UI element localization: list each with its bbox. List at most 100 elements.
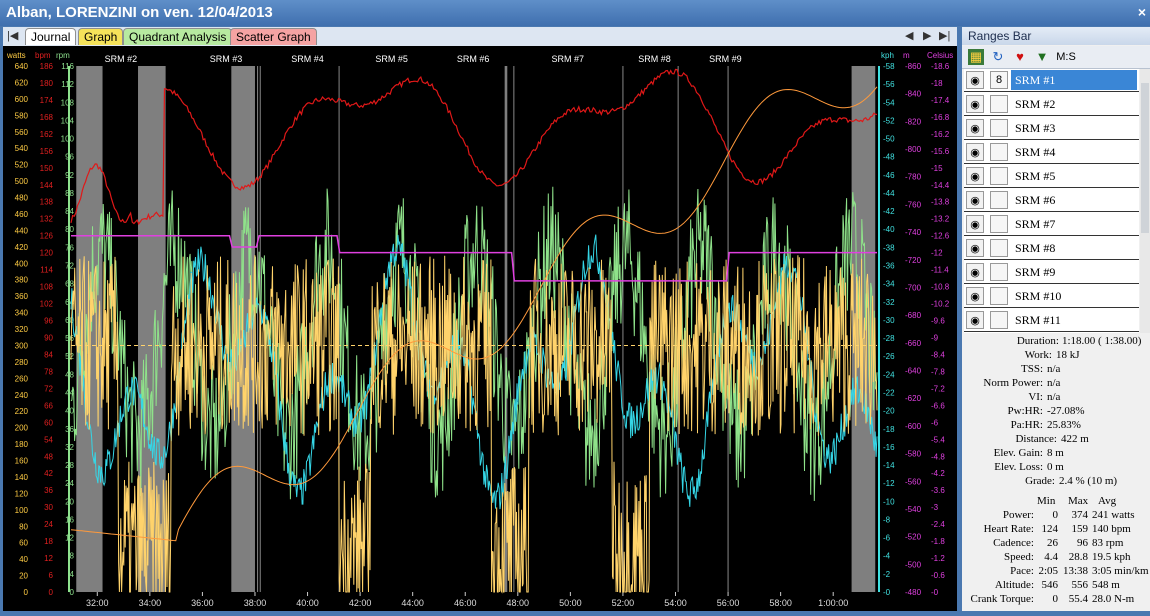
stats-avg-cell: 28.0 N-m [1092,593,1135,605]
range-item[interactable]: ◉ 8 SRM #1 [964,69,1139,92]
range-item[interactable]: ◉ SRM #4 [964,141,1139,164]
tab-journal[interactable]: Journal [25,28,77,45]
eye-icon[interactable]: ◉ [966,71,984,89]
eye-icon[interactable]: ◉ [966,191,984,209]
range-item[interactable]: ◉ SRM #8 [964,237,1139,260]
lock-checkbox[interactable] [990,311,1008,329]
close-icon[interactable]: × [1138,4,1146,20]
lock-checkbox[interactable] [990,239,1008,257]
axis-tick-label: 420 [15,243,29,252]
range-label: SRM #8 [638,54,671,64]
scroll-thumb[interactable] [1141,83,1149,233]
axis-tick-label: -840 [905,90,922,99]
axis-tick-label: -18.6 [931,62,950,71]
distance-value: 422 m [1061,433,1089,445]
prev-tab-icon[interactable]: ◀ [905,29,913,42]
axis-tick-label: -24 [883,370,895,379]
axis-tick-label: 24 [44,520,53,529]
range-item[interactable]: ◉ SRM #9 [964,261,1139,284]
lock-checkbox[interactable] [990,191,1008,209]
last-tab-icon[interactable]: ▶| [939,29,950,42]
ranges-bar-panel: Ranges Bar ▦ ↻ ♥ ▼ M:S ◉ 8 SRM #1 ◉ SRM #2 ◉ S… [962,27,1150,611]
axis-tick-label: 30 [44,503,53,512]
ranges-scrollbar[interactable] [1140,69,1150,333]
range-item-label: SRM #6 [1015,193,1056,207]
eye-icon[interactable]: ◉ [966,119,984,137]
range-item[interactable]: ◉ SRM #7 [964,213,1139,236]
stats-label-cell: Speed: [1004,551,1034,563]
tab-scatter-graph[interactable]: Scatter Graph [230,28,317,45]
lock-checkbox[interactable] [990,287,1008,305]
eye-icon[interactable]: ◉ [966,311,984,329]
axis-tick-label: 440 [15,226,29,235]
range-item[interactable]: ◉ SRM #2 [964,93,1139,116]
axis-tick-label: -10.2 [931,300,950,309]
tree-icon[interactable]: ▼ [1034,49,1050,65]
stats-min-cell: 546 [1041,579,1059,591]
tab-label: Journal [31,30,71,44]
first-page-icon[interactable]: |◀ [7,29,18,42]
lock-checkbox[interactable] [990,119,1008,137]
axis-tick-label: 168 [40,113,54,122]
range-item[interactable]: ◉ SRM #6 [964,189,1139,212]
axis-tick-label: 78 [44,367,53,376]
stats-header-max: Max [1068,495,1089,507]
range-item[interactable]: ◉ SRM #3 [964,117,1139,140]
range-label: SRM #4 [291,54,324,64]
lock-checkbox[interactable]: 8 [990,71,1008,89]
lock-checkbox[interactable] [990,95,1008,113]
eye-icon[interactable]: ◉ [966,263,984,281]
lock-checkbox[interactable] [990,167,1008,185]
axis-tick-label: -0.6 [931,571,945,580]
x-tick-label: 54:00 [664,598,687,608]
tab-label: Scatter Graph [236,30,311,44]
axis-tick-label: 174 [40,96,54,105]
axis-tick-label: 36 [44,486,53,495]
stats-min-cell: 26 [1047,537,1058,549]
eye-icon[interactable]: ◉ [966,167,984,185]
x-tick-label: 52:00 [612,598,635,608]
axis-tick-label: -58 [883,62,895,71]
graph-canvas[interactable]: SRM #2 SRM #3 SRM #4 SRM #5 SRM #6 SRM #7 SRM … [3,46,957,611]
axis-tick-label: -16.2 [931,130,950,139]
stats-min-cell: 4.4 [1044,551,1058,563]
stats-max-cell: 159 [1071,523,1089,535]
grade-label: Grade: [1025,475,1055,487]
stats-avg-cell: 83 rpm [1092,537,1124,549]
pahr-label: Pa:HR: [1010,419,1043,431]
range-item[interactable]: ◉ SRM #11 [964,309,1139,332]
stats-label-cell: Crank Torque: [970,593,1035,605]
range-item-label: SRM #10 [1015,289,1062,303]
eye-icon[interactable]: ◉ [966,287,984,305]
eye-icon[interactable]: ◉ [966,239,984,257]
eye-icon[interactable]: ◉ [966,143,984,161]
axis-tick-label: 360 [15,292,29,301]
axis-tick-label: -52 [883,116,895,125]
axis-tick-label: 108 [40,283,54,292]
eye-icon[interactable]: ◉ [966,95,984,113]
chart-icon[interactable]: ▦ [968,49,984,65]
workout-graph[interactable]: SRM #2 SRM #3 SRM #4 SRM #5 SRM #6 SRM #7 SRM … [3,46,957,611]
lock-checkbox[interactable] [990,263,1008,281]
axis-tick-label: 186 [40,62,54,71]
range-item[interactable]: ◉ SRM #10 [964,285,1139,308]
mode-label[interactable]: M:S [1054,49,1078,65]
normpower-label: Norm Power: [983,377,1043,389]
axis-tick-label: 126 [40,232,54,241]
axis-tick-label: 640 [15,62,29,71]
tab-quadrant-analysis[interactable]: Quadrant Analysis [123,28,233,45]
axis-tick-label: 102 [40,300,54,309]
refresh-icon[interactable]: ↻ [990,49,1006,65]
axis-tick-label: -12.6 [931,232,950,241]
tab-graph[interactable]: Graph [78,28,124,45]
lock-checkbox[interactable] [990,215,1008,233]
range-item-label: SRM #4 [1015,145,1056,159]
lock-checkbox[interactable] [990,143,1008,161]
axis-tick-label: -50 [883,135,895,144]
axis-tick-label: -720 [905,256,922,265]
range-item[interactable]: ◉ SRM #5 [964,165,1139,188]
heart-icon[interactable]: ♥ [1012,49,1028,65]
eye-icon[interactable]: ◉ [966,215,984,233]
next-tab-icon[interactable]: ▶ [923,29,931,42]
axis-tick-label: -1.2 [931,554,945,563]
